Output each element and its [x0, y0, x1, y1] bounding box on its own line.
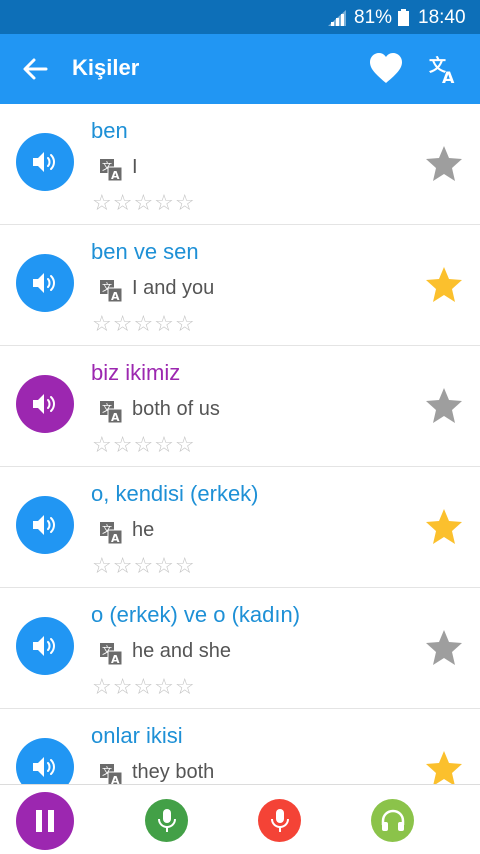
translate-icon[interactable]: 文 A [426, 51, 462, 87]
app-bar: Kişiler 文 A [0, 34, 480, 104]
speaker-icon [33, 515, 55, 535]
translation-icon: 文 A [100, 522, 122, 544]
phrase-list[interactable]: ben 文 A I ☆☆☆☆☆ ben ve sen 文 A I and you [0, 104, 480, 784]
battery-percentage: 81% [354, 7, 393, 28]
phrase-list-item[interactable]: o (erkek) ve o (kadın) 文 A he and she ☆☆… [0, 588, 480, 709]
phrase-text: o (erkek) ve o (kadın) [91, 602, 301, 627]
status-bar: 81% 18:40 [0, 0, 480, 34]
phrase-list-item[interactable]: onlar ikisi 文 A they both ☆☆☆☆☆ [0, 709, 480, 784]
speaker-icon [33, 757, 55, 777]
phrase-list-item[interactable]: ben ve sen 文 A I and you ☆☆☆☆☆ [0, 225, 480, 346]
translation-icon: 文 A [100, 401, 122, 423]
signal-icon [328, 10, 346, 26]
favorite-star-icon[interactable] [424, 265, 464, 305]
phrase-text: ben ve sen [91, 239, 199, 264]
pause-icon [36, 810, 54, 832]
phrase-text: o, kendisi (erkek) [91, 481, 259, 506]
clock: 18:40 [418, 7, 466, 28]
microphone-icon [157, 808, 176, 832]
phrase-list-item[interactable]: ben 文 A I ☆☆☆☆☆ [0, 104, 480, 225]
record-button[interactable] [258, 799, 301, 842]
translation-text: he [132, 519, 155, 541]
svg-text:A: A [111, 653, 120, 665]
translation-icon: 文 A [100, 643, 122, 665]
phrase-text: biz ikimiz [91, 360, 181, 385]
phrase-list-item[interactable]: o, kendisi (erkek) 文 A he ☆☆☆☆☆ [0, 467, 480, 588]
svg-text:A: A [111, 774, 120, 784]
svg-text:A: A [111, 411, 120, 423]
translation-text: I and you [132, 277, 215, 299]
svg-text:A: A [442, 68, 455, 87]
translation-text: they both [132, 761, 215, 783]
favorite-star-icon[interactable] [424, 144, 464, 184]
rating-stars[interactable]: ☆☆☆☆☆ [92, 674, 196, 700]
favorite-star-icon[interactable] [424, 749, 464, 784]
translation-text: both of us [132, 398, 220, 420]
speaker-icon [33, 273, 55, 293]
favorite-star-icon[interactable] [424, 507, 464, 547]
phrase-text: ben [91, 118, 128, 143]
play-audio-button[interactable] [16, 617, 74, 675]
play-audio-button[interactable] [16, 496, 74, 554]
play-audio-button[interactable] [16, 254, 74, 312]
play-audio-button[interactable] [16, 738, 74, 784]
translation-text: he and she [132, 640, 231, 662]
svg-text:A: A [111, 290, 120, 302]
battery-icon [398, 9, 409, 26]
translation-text: I [132, 156, 138, 178]
phrase-list-item[interactable]: biz ikimiz 文 A both of us ☆☆☆☆☆ [0, 346, 480, 467]
bottom-control-bar [0, 784, 480, 854]
rating-stars[interactable]: ☆☆☆☆☆ [92, 432, 196, 458]
translation-icon: 文 A [100, 159, 122, 181]
pause-button[interactable] [16, 792, 74, 850]
speaker-icon [33, 394, 55, 414]
listen-button[interactable] [371, 799, 414, 842]
page-title: Kişiler [72, 55, 140, 80]
play-audio-button[interactable] [16, 375, 74, 433]
svg-text:A: A [111, 532, 120, 544]
favorite-star-icon[interactable] [424, 628, 464, 668]
microphone-icon [270, 808, 289, 832]
rating-stars[interactable]: ☆☆☆☆☆ [92, 553, 196, 579]
rating-stars[interactable]: ☆☆☆☆☆ [92, 311, 196, 337]
translation-icon: 文 A [100, 280, 122, 302]
translation-icon: 文 A [100, 764, 122, 784]
play-audio-button[interactable] [16, 133, 74, 191]
favorite-star-icon[interactable] [424, 386, 464, 426]
back-arrow-icon[interactable] [18, 52, 52, 86]
microphone-button[interactable] [145, 799, 188, 842]
headphones-icon [381, 809, 404, 831]
svg-text:A: A [111, 169, 120, 181]
speaker-icon [33, 152, 55, 172]
speaker-icon [33, 636, 55, 656]
heart-icon[interactable] [368, 51, 404, 87]
phrase-text: onlar ikisi [91, 723, 183, 748]
rating-stars[interactable]: ☆☆☆☆☆ [92, 190, 196, 216]
